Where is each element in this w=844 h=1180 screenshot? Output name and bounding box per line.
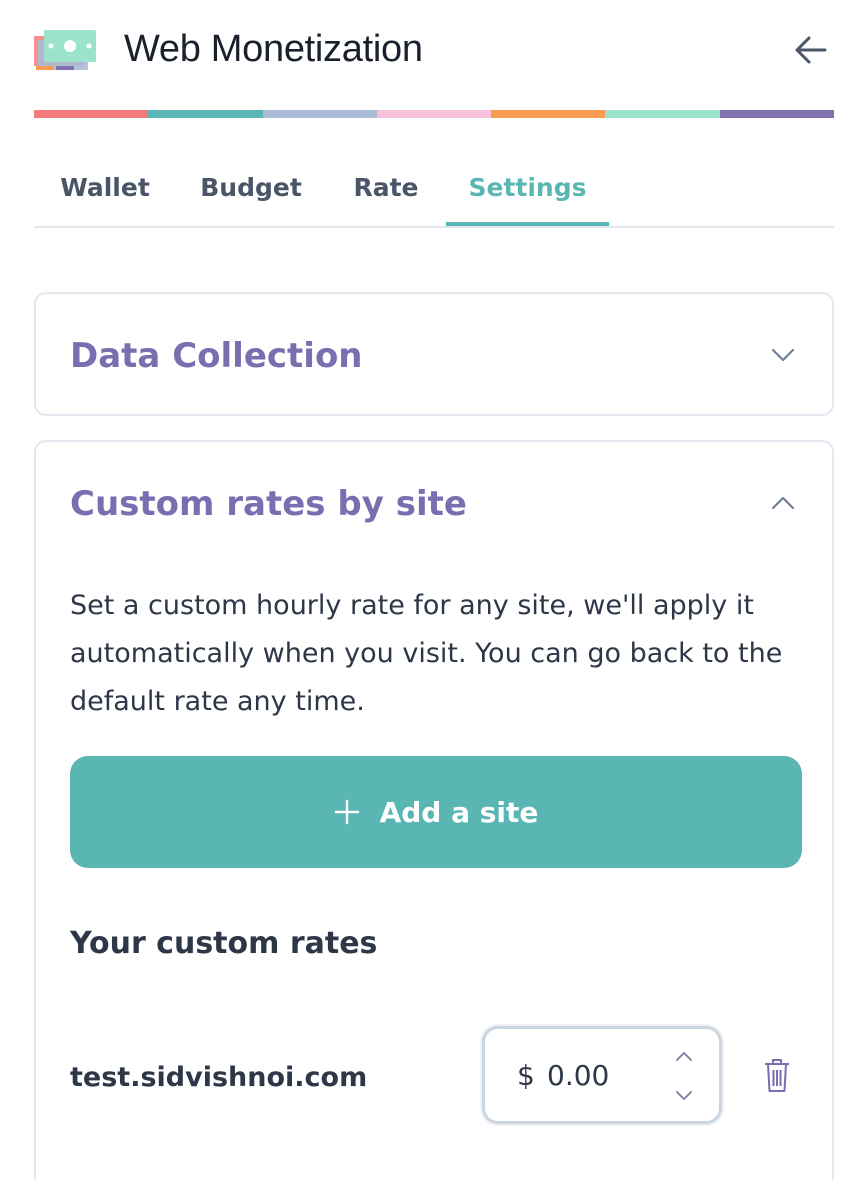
back-button[interactable] <box>790 30 830 70</box>
increment-icon[interactable] <box>673 1045 695 1067</box>
stripe-segment <box>719 110 834 118</box>
stripe-segment <box>262 110 377 118</box>
app-header: Web Monetization <box>0 0 844 110</box>
panel-title: Custom rates by site <box>70 484 467 524</box>
decrement-icon[interactable] <box>673 1085 695 1107</box>
tab-budget[interactable]: Budget <box>194 150 308 226</box>
stripe-segment <box>34 110 149 118</box>
tab-wallet[interactable]: Wallet <box>34 150 176 226</box>
plus-icon <box>334 799 360 825</box>
stripe-segment <box>605 110 720 118</box>
tab-settings[interactable]: Settings <box>446 150 609 226</box>
currency-symbol: $ <box>517 1059 535 1092</box>
trash-icon[interactable] <box>762 1056 792 1094</box>
brand-stripe <box>34 110 834 118</box>
rate-site-name: test.sidvishnoi.com <box>70 1062 368 1093</box>
rate-value[interactable]: 0.00 <box>547 1059 667 1092</box>
money-icon <box>34 30 96 70</box>
arrow-left-icon <box>795 36 827 64</box>
add-site-label: Add a site <box>379 795 539 829</box>
tab-rate[interactable]: Rate <box>334 150 438 226</box>
app-title: Web Monetization <box>124 28 423 70</box>
tab-bar: Wallet Budget Rate Settings <box>34 150 834 228</box>
add-site-button[interactable]: Add a site <box>70 756 802 868</box>
rate-input-field[interactable]: $ 0.00 <box>482 1026 722 1124</box>
chevron-down-icon[interactable] <box>770 342 796 368</box>
panel-title: Data Collection <box>70 336 363 376</box>
panel-description: Set a custom hourly rate for any site, w… <box>70 590 783 717</box>
stripe-segment <box>148 110 263 118</box>
data-collection-panel[interactable]: Data Collection <box>34 292 834 416</box>
stripe-segment <box>491 110 606 118</box>
chevron-up-icon[interactable] <box>770 490 796 516</box>
active-tab-indicator <box>446 222 609 226</box>
custom-rates-heading: Your custom rates <box>70 926 378 961</box>
stripe-segment <box>376 110 492 118</box>
custom-rates-panel: Custom rates by site Set a custom hourly… <box>34 440 834 1180</box>
